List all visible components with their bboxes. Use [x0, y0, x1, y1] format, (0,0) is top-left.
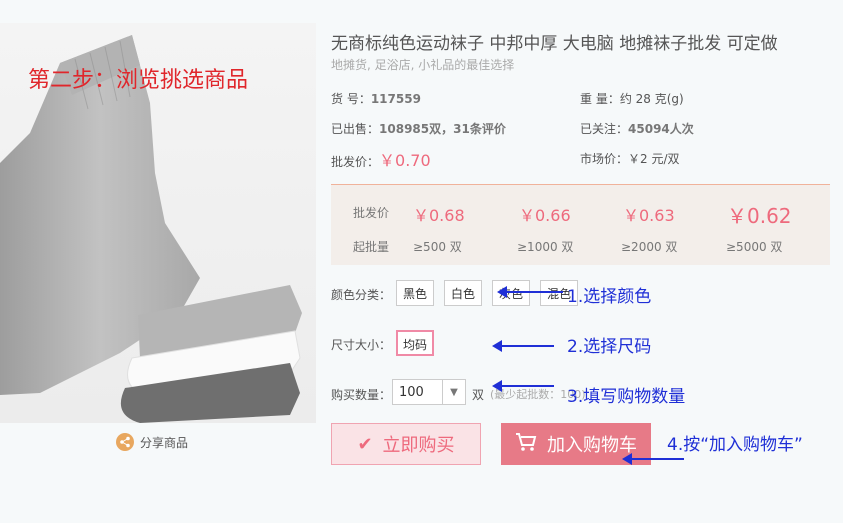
market-label: 市场价：	[580, 152, 629, 166]
annotation-fill-quantity: 3.填写购物数量	[567, 387, 686, 407]
size-option-one-size[interactable]: 均码	[396, 330, 434, 356]
tier-qty: ≥5000 双	[726, 240, 783, 254]
tier-price: ￥0.62	[727, 204, 792, 228]
sold-label: 已出售：	[331, 122, 380, 136]
quantity-select[interactable]: 100 ▼	[392, 379, 466, 405]
weight-label: 重 量：	[580, 92, 620, 106]
color-option-white[interactable]: 白色	[444, 280, 482, 306]
buy-now-button[interactable]: ✔ 立即购买	[331, 423, 481, 465]
qty-unit: 双	[472, 388, 485, 402]
tier-price: ￥0.66	[519, 206, 571, 225]
market-row: 市场价：￥2 元/双	[580, 150, 680, 167]
price-row-label: 批发价	[353, 206, 390, 220]
share-button[interactable]: 分享商品	[116, 433, 188, 451]
color-label: 颜色分类：	[331, 288, 392, 302]
size-label: 尺寸大小：	[331, 338, 392, 352]
sku-row: 货 号：117559	[331, 90, 421, 107]
tier-qty: ≥500 双	[413, 240, 462, 254]
annotation-arrow-icon	[492, 380, 554, 392]
annotation-add-to-cart: 4.按“加入购物车”	[667, 435, 803, 455]
step-title: 第二步：浏览挑选商品	[28, 68, 249, 93]
tier-qty: ≥1000 双	[517, 240, 574, 254]
qty-row-label: 起批量	[353, 240, 390, 254]
followed-label: 已关注：	[580, 122, 629, 136]
price-tier-table: 批发价 起批量 ￥0.68 ≥500 双 ￥0.66 ≥1000 双 ￥0.63…	[331, 184, 830, 265]
share-icon	[116, 433, 134, 451]
annotation-choose-color: 1.选择颜色	[567, 287, 652, 307]
checkmark-icon: ✔	[357, 433, 373, 455]
sold-row: 已出售：108985双，31条评价	[331, 120, 506, 137]
annotation-arrow-icon	[497, 286, 563, 298]
annotation-arrow-icon	[492, 340, 554, 352]
followed-row: 已关注：45094人次	[580, 120, 694, 137]
wholesale-price: ￥0.70	[379, 151, 431, 170]
tier-price: ￥0.63	[623, 206, 675, 225]
weight-value: 约 28 克(g)	[619, 92, 684, 106]
color-option-black[interactable]: 黑色	[396, 280, 434, 306]
sold-value: 108985双，31条评价	[379, 122, 506, 136]
wholesale-row: 批发价：￥0.70	[331, 147, 431, 171]
qty-label: 购买数量：	[331, 388, 392, 402]
annotation-choose-size: 2.选择尺码	[567, 337, 652, 357]
tier-price: ￥0.68	[413, 206, 465, 225]
product-title: 无商标纯色运动袜子 中邦中厚 大电脑 地摊袜子批发 可定做	[331, 34, 778, 54]
share-label: 分享商品	[140, 435, 189, 450]
buy-now-label: 立即购买	[382, 435, 455, 456]
wholesale-label: 批发价：	[331, 155, 380, 169]
sku-value: 117559	[370, 92, 421, 106]
product-subtitle: 地摊货, 足浴店, 小礼品的最佳选择	[331, 58, 515, 72]
weight-row: 重 量：约 28 克(g)	[580, 90, 684, 107]
market-price: ￥2 元/双	[628, 152, 680, 166]
followed-value: 45094人次	[628, 122, 694, 136]
tier-qty: ≥2000 双	[621, 240, 678, 254]
quantity-value: 100	[399, 384, 424, 400]
cart-icon	[515, 432, 537, 457]
chevron-down-icon[interactable]: ▼	[442, 380, 465, 404]
sku-label: 货 号：	[331, 92, 371, 106]
